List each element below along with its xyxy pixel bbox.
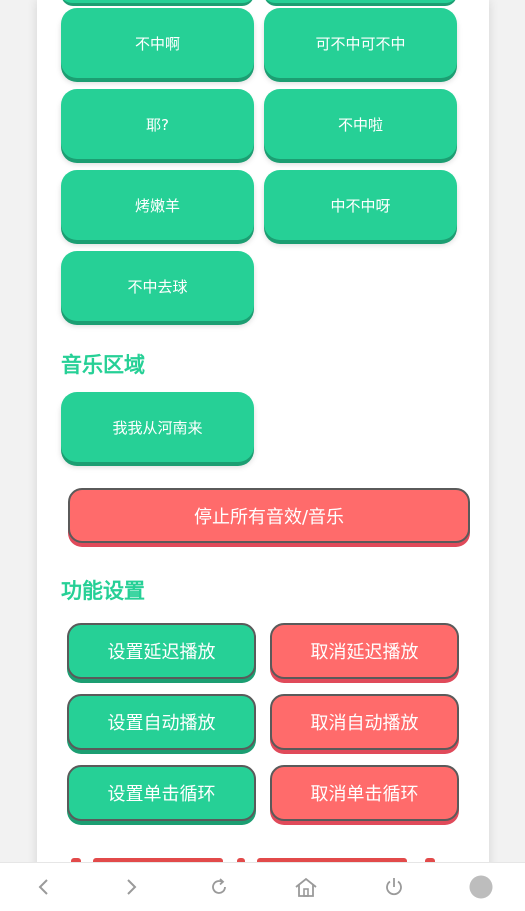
home-icon[interactable] — [286, 867, 326, 907]
sound-button[interactable]: 不中啊 — [61, 8, 254, 78]
sound-button[interactable]: 烤嫩羊 — [61, 170, 254, 240]
sound-button-partial[interactable] — [264, 0, 457, 6]
sound-button[interactable]: 不中啦 — [264, 89, 457, 159]
stop-all-button[interactable]: 停止所有音效/音乐 — [68, 488, 470, 543]
cancel-auto-button[interactable]: 取消自动播放 — [270, 694, 459, 750]
set-auto-button[interactable]: 设置自动播放 — [67, 694, 256, 750]
menu-dot-icon[interactable] — [461, 867, 501, 907]
cancel-delay-button[interactable]: 取消延迟播放 — [270, 623, 459, 679]
sound-button[interactable]: 可不中可不中 — [264, 8, 457, 78]
sound-button[interactable]: 不中去球 — [61, 251, 254, 321]
music-section-title: 音乐区域 — [61, 353, 145, 377]
sound-button-partial[interactable] — [61, 0, 254, 6]
sound-button[interactable]: 中不中呀 — [264, 170, 457, 240]
forward-icon[interactable] — [111, 867, 151, 907]
browser-navbar — [0, 862, 525, 911]
soundboard-page: 不中啊 可不中可不中 耶? 不中啦 烤嫩羊 中不中呀 不中去球 音乐区域 我我从… — [37, 0, 489, 910]
settings-section-title: 功能设置 — [61, 579, 145, 603]
music-button[interactable]: 我我从河南来 — [61, 392, 254, 462]
refresh-icon[interactable] — [199, 867, 239, 907]
power-icon[interactable] — [374, 867, 414, 907]
sound-button[interactable]: 耶? — [61, 89, 254, 159]
cancel-loop-button[interactable]: 取消单击循环 — [270, 765, 459, 821]
set-delay-button[interactable]: 设置延迟播放 — [67, 623, 256, 679]
set-loop-button[interactable]: 设置单击循环 — [67, 765, 256, 821]
back-icon[interactable] — [24, 867, 64, 907]
